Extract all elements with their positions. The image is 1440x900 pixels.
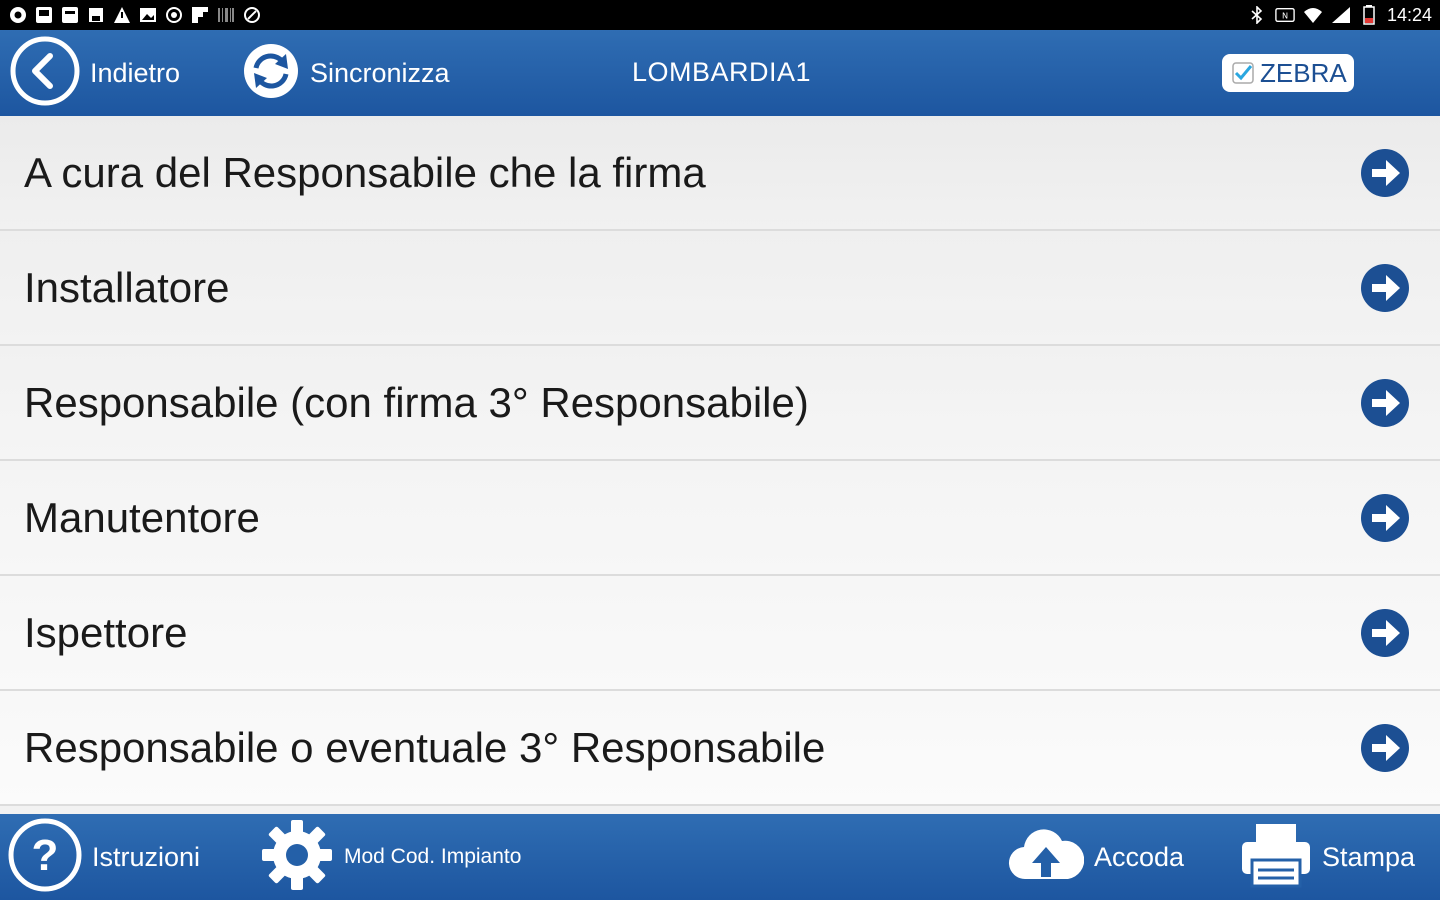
zebra-label: ZEBRA — [1260, 57, 1347, 88]
compass-icon — [242, 5, 262, 25]
svg-text:N: N — [1282, 11, 1288, 21]
arrow-right-icon — [1360, 608, 1410, 658]
list-item-label: Responsabile (con firma 3° Responsabile) — [24, 378, 809, 426]
zebra-printer-toggle[interactable]: ZEBRA — [1222, 54, 1354, 92]
chrome-icon — [8, 5, 28, 25]
arrow-right-icon — [1360, 493, 1410, 543]
print-label: Stampa — [1322, 841, 1416, 872]
status-bar: N 14:24 — [0, 0, 1440, 30]
role-list: A cura del Responsabile che la firma Ins… — [0, 116, 1440, 814]
checkbox-checked-icon — [1232, 62, 1254, 84]
list-item[interactable]: Responsabile (con firma 3° Responsabile) — [0, 346, 1440, 461]
help-icon: ? — [8, 818, 82, 897]
back-button[interactable]: Indietro — [10, 36, 181, 111]
list-item[interactable]: Ispettore — [0, 576, 1440, 691]
gear-icon — [260, 818, 334, 897]
signal-icon — [1331, 5, 1351, 25]
list-item[interactable]: A cura del Responsabile che la firma — [0, 116, 1440, 231]
bottom-toolbar: ? Istruzioni Mod Cod. Impianto Accoda St… — [0, 814, 1440, 900]
status-bar-notifications — [8, 5, 262, 25]
chevron-left-icon — [10, 36, 80, 111]
list-item[interactable]: Manutentore — [0, 461, 1440, 576]
page-title: LOMBARDIA1 — [632, 57, 812, 87]
list-item-label: Manutentore — [24, 493, 260, 541]
sync-button[interactable]: Sincronizza — [242, 38, 450, 108]
print-button[interactable]: Stampa — [1240, 820, 1415, 894]
top-app-bar: Indietro Sincronizza LOMBARDIA1 ZEBRA — [0, 30, 1440, 116]
list-item[interactable]: Responsabile o eventuale 3° Responsabile — [0, 691, 1440, 806]
app-icon — [60, 5, 80, 25]
arrow-right-icon — [1360, 723, 1410, 773]
arrow-right-icon — [1360, 263, 1410, 313]
help-button[interactable]: ? Istruzioni — [8, 818, 201, 897]
list-item-label: Responsabile o eventuale 3° Responsabile — [24, 723, 826, 771]
svg-text:?: ? — [32, 831, 59, 880]
cloud-upload-icon — [1008, 825, 1085, 890]
app-icon — [34, 5, 54, 25]
sync-label: Sincronizza — [310, 57, 450, 88]
status-time: 14:24 — [1386, 4, 1432, 25]
list-item[interactable]: Installatore — [0, 231, 1440, 346]
edit-plant-code-button[interactable]: Mod Cod. Impianto — [260, 818, 522, 897]
edit-plant-code-label: Mod Cod. Impianto — [344, 845, 522, 868]
circle-icon — [164, 5, 184, 25]
wifi-icon — [1303, 5, 1323, 25]
arrow-right-icon — [1360, 148, 1410, 198]
queue-label: Accoda — [1094, 841, 1185, 872]
status-bar-system: N 14:24 — [1247, 5, 1432, 26]
sync-icon — [242, 42, 300, 105]
warning-icon — [112, 5, 132, 25]
list-item-label: Installatore — [24, 263, 230, 311]
battery-icon — [1359, 5, 1379, 25]
printer-icon — [1240, 820, 1312, 895]
queue-button[interactable]: Accoda — [1008, 820, 1184, 894]
save-icon — [86, 5, 106, 25]
list-item-label: A cura del Responsabile che la firma — [24, 148, 706, 196]
list-item-label: Ispettore — [24, 608, 188, 656]
image-icon — [138, 5, 158, 25]
nfc-icon: N — [1275, 5, 1295, 25]
help-label: Istruzioni — [92, 841, 201, 872]
arrow-right-icon — [1360, 378, 1410, 428]
back-label: Indietro — [90, 57, 181, 88]
bluetooth-icon — [1247, 5, 1267, 25]
barcode-icon — [216, 5, 236, 25]
flipboard-icon — [190, 5, 210, 25]
